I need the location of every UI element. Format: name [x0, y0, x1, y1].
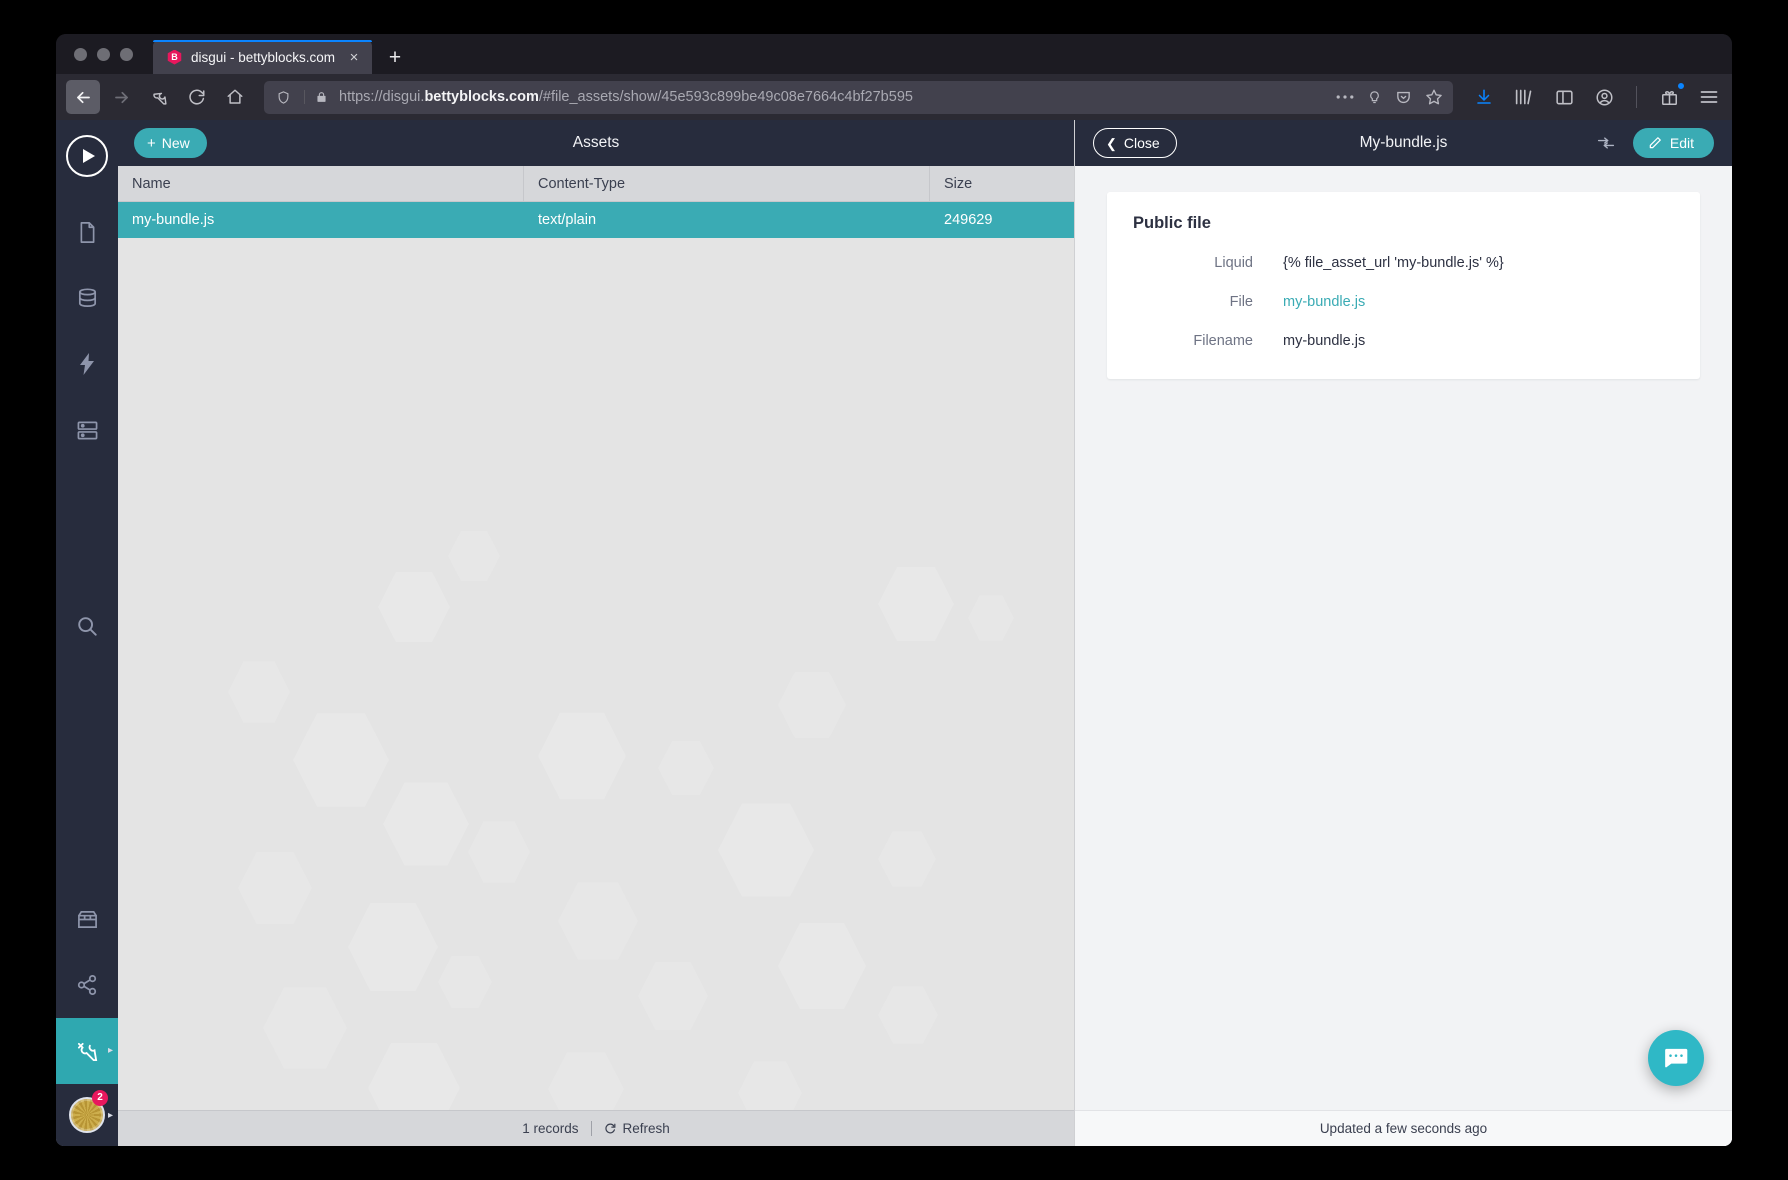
cell-size: 249629	[930, 202, 1074, 238]
field-liquid: Liquid {% file_asset_url 'my-bundle.js' …	[1133, 255, 1674, 271]
page-viewport: ▸ 2 ▸ + New Assets Name Content-Type Siz…	[56, 120, 1732, 1146]
close-icon[interactable]: ×	[344, 47, 364, 67]
extension-gift-icon[interactable]	[1656, 84, 1682, 110]
refresh-button[interactable]: Refresh	[604, 1121, 670, 1136]
field-value: {% file_asset_url 'my-bundle.js' %}	[1283, 255, 1504, 271]
sidebar-item-search[interactable]	[56, 593, 118, 659]
file-link[interactable]: my-bundle.js	[1283, 294, 1365, 310]
star-icon[interactable]	[1425, 88, 1443, 106]
pocket-icon[interactable]	[1395, 89, 1412, 106]
field-value: my-bundle.js	[1283, 333, 1365, 349]
close-button[interactable]: ❮ Close	[1093, 128, 1177, 158]
intercom-chat-button[interactable]	[1648, 1030, 1704, 1086]
url-text[interactable]: https://disgui.bettyblocks.com/#file_ass…	[339, 89, 1327, 105]
back-icon[interactable]	[66, 80, 100, 114]
column-header-content-type[interactable]: Content-Type	[524, 166, 930, 201]
app-sidebar: ▸ 2 ▸	[56, 120, 118, 1146]
field-filename: Filename my-bundle.js	[1133, 333, 1674, 349]
table-row[interactable]: my-bundle.js text/plain 249629	[118, 202, 1074, 238]
wrench-icon[interactable]	[142, 80, 176, 114]
sidebar-item-marketplace[interactable]	[56, 886, 118, 952]
toolbar-divider	[1636, 86, 1637, 108]
reload-icon[interactable]	[180, 80, 214, 114]
field-file: File my-bundle.js	[1133, 294, 1674, 310]
sidebar-item-share[interactable]	[56, 952, 118, 1018]
window-controls[interactable]	[70, 34, 145, 74]
refresh-label: Refresh	[623, 1121, 670, 1136]
page-title: Assets	[118, 134, 1074, 152]
footer-divider	[591, 1121, 592, 1136]
shield-icon[interactable]	[270, 90, 295, 105]
updated-timestamp: Updated a few seconds ago	[1320, 1121, 1487, 1136]
list-footer: 1 records Refresh	[118, 1110, 1074, 1146]
plus-icon: +	[147, 136, 156, 151]
collapse-arrows-icon[interactable]	[1597, 136, 1615, 150]
detail-footer: Updated a few seconds ago	[1075, 1110, 1732, 1146]
tab-title: disgui - bettyblocks.com	[191, 50, 335, 65]
column-header-name[interactable]: Name	[118, 166, 524, 201]
extension-notification-dot	[1677, 82, 1685, 90]
table-header: Name Content-Type Size	[118, 166, 1074, 202]
cell-content-type: text/plain	[524, 202, 930, 238]
home-icon[interactable]	[218, 80, 252, 114]
sidebar-item-actions[interactable]	[56, 331, 118, 397]
detail-toolbar: ❮ Close My-bundle.js Edit	[1075, 120, 1732, 166]
intercom-chat-icon	[1662, 1044, 1690, 1072]
browser-window: B disgui - bettyblocks.com × +	[56, 34, 1732, 1146]
lock-icon	[304, 90, 330, 104]
field-label: Liquid	[1133, 255, 1283, 271]
close-button-label: Close	[1124, 135, 1160, 151]
browser-actions	[1465, 84, 1722, 110]
sidebar-item-data-model[interactable]	[56, 265, 118, 331]
account-icon[interactable]	[1591, 84, 1617, 110]
field-label: File	[1133, 294, 1283, 310]
notification-badge: 2	[92, 1090, 108, 1106]
refresh-icon	[604, 1122, 617, 1135]
navigation-toolbar: https://disgui.bettyblocks.com/#file_ass…	[56, 74, 1732, 120]
public-file-card: Public file Liquid {% file_asset_url 'my…	[1107, 192, 1700, 379]
pencil-icon	[1648, 136, 1662, 150]
minimize-window-button[interactable]	[97, 48, 110, 61]
sidebar-item-tools[interactable]: ▸	[56, 1018, 118, 1084]
table-empty-area	[118, 238, 1074, 1110]
asset-detail-pane: ❮ Close My-bundle.js Edit	[1075, 120, 1732, 1146]
record-count: 1 records	[522, 1121, 578, 1136]
sidebar-item-blocks[interactable]	[56, 397, 118, 463]
bettyblocks-favicon: B	[167, 50, 182, 65]
close-window-button[interactable]	[74, 48, 87, 61]
library-icon[interactable]	[1511, 84, 1537, 110]
field-label: Filename	[1133, 333, 1283, 349]
chevron-left-icon: ❮	[1106, 137, 1117, 150]
detail-body: Public file Liquid {% file_asset_url 'my…	[1075, 166, 1732, 1110]
tab-strip: B disgui - bettyblocks.com × +	[56, 34, 1732, 74]
new-button[interactable]: + New	[134, 128, 207, 158]
edit-button[interactable]: Edit	[1633, 128, 1714, 158]
lightbulb-icon[interactable]	[1367, 89, 1382, 106]
column-header-size[interactable]: Size	[930, 166, 1074, 201]
assets-list-pane: + New Assets Name Content-Type Size my-b…	[118, 120, 1075, 1146]
hamburger-menu-icon[interactable]	[1696, 84, 1722, 110]
forward-icon[interactable]	[104, 80, 138, 114]
play-logo[interactable]	[66, 135, 108, 177]
new-tab-button[interactable]: +	[380, 42, 410, 72]
edit-button-label: Edit	[1670, 135, 1694, 151]
user-avatar-wrap[interactable]: 2 ▸	[56, 1084, 118, 1146]
ellipsis-icon[interactable]	[1336, 94, 1354, 100]
chevron-right-icon: ▸	[108, 1110, 113, 1121]
sidebar-item-pages[interactable]	[56, 199, 118, 265]
list-toolbar: + New Assets	[118, 120, 1074, 166]
sidebar-icon[interactable]	[1551, 84, 1577, 110]
chevron-right-icon: ▸	[108, 1046, 113, 1056]
new-button-label: New	[162, 135, 190, 151]
browser-tab[interactable]: B disgui - bettyblocks.com ×	[153, 40, 372, 74]
cell-name: my-bundle.js	[118, 202, 524, 238]
download-icon[interactable]	[1471, 84, 1497, 110]
maximize-window-button[interactable]	[120, 48, 133, 61]
card-title: Public file	[1133, 214, 1674, 233]
address-bar[interactable]: https://disgui.bettyblocks.com/#file_ass…	[264, 81, 1453, 114]
